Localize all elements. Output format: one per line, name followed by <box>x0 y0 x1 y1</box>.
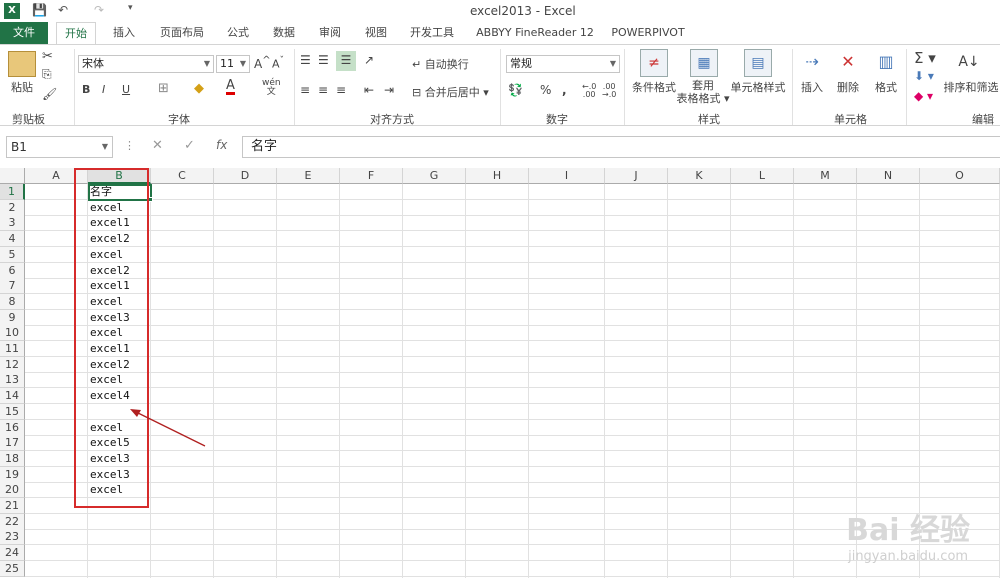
fill-icon[interactable]: ⬇ ▾ <box>914 69 934 83</box>
divider <box>906 49 907 125</box>
accounting-format-icon[interactable]: 💱 <box>508 83 523 97</box>
tab-review[interactable]: 审阅 <box>310 22 350 44</box>
copy-icon[interactable]: ⎘ <box>42 67 52 82</box>
divider <box>74 49 75 125</box>
insert-cells-button[interactable]: 插入 <box>798 79 826 95</box>
cut-icon[interactable]: ✂ <box>42 49 53 64</box>
align-middle-icon[interactable]: ☰ <box>318 53 329 67</box>
ribbon-tabs: 文件 开始 插入 页面布局 公式 数据 审阅 视图 开发工具 ABBYY Fin… <box>0 22 1000 44</box>
formula-input[interactable]: 名字 <box>242 136 1000 158</box>
shrink-font-icon[interactable]: Aˇ <box>272 55 284 71</box>
cancel-icon[interactable]: ✕ <box>152 138 163 153</box>
tab-home[interactable]: 开始 <box>56 22 96 44</box>
cells-group-label: 单元格 <box>834 113 867 126</box>
fill-color-icon[interactable]: ◆ <box>194 81 204 96</box>
paste-icon[interactable] <box>8 51 36 77</box>
italic-button[interactable]: I <box>102 83 105 96</box>
orientation-icon[interactable]: ↗ <box>364 53 374 67</box>
ribbon: 粘贴 ✂ ⎘ 🖌 剪贴板 宋体 ▼ 11 ▼ A^ Aˇ B I U ⊞ ◆ A w… <box>0 44 1000 126</box>
delete-cells-button[interactable]: 删除 <box>834 79 862 95</box>
underline-button[interactable]: U <box>122 83 130 96</box>
format-as-table-button[interactable]: 套用 表格格式 ▾ <box>674 79 732 105</box>
editing-group-label: 编辑 <box>972 113 994 126</box>
tab-page-layout[interactable]: 页面布局 <box>154 22 210 44</box>
increase-decimal-icon[interactable]: ←.0.00 <box>582 83 596 99</box>
sort-filter-button[interactable]: 排序和筛选 <box>942 79 1000 95</box>
formula-bar: B1 ▼ ⋮ ✕ ✓ fx 名字 <box>0 133 1000 161</box>
customize-qat-icon[interactable]: ▾ <box>128 3 133 13</box>
comma-style-button[interactable]: , <box>562 83 567 97</box>
autosum-icon[interactable]: Σ ▾ <box>914 49 936 67</box>
wrap-text-button[interactable]: ↵ 自动换行 <box>412 56 469 72</box>
cell-styles-button[interactable]: 单元格样式 <box>728 79 788 95</box>
insert-function-icon[interactable]: fx <box>216 138 227 152</box>
increase-indent-icon[interactable]: ⇥ <box>384 83 394 97</box>
percent-button[interactable]: % <box>540 83 551 97</box>
tab-file[interactable]: 文件 <box>0 22 48 44</box>
tab-powerpivot[interactable]: POWERPIVOT <box>606 22 690 44</box>
number-group-label: 数字 <box>546 113 568 126</box>
borders-icon[interactable]: ⊞ <box>158 81 169 96</box>
align-top-icon[interactable]: ☰ <box>300 53 311 67</box>
clipboard-group-label: 剪贴板 <box>12 113 45 126</box>
redo-icon[interactable]: ↷ <box>94 3 104 17</box>
conditional-formatting-icon[interactable]: ≠ <box>640 49 668 77</box>
decrease-indent-icon[interactable]: ⇤ <box>364 83 374 97</box>
tab-abbyy[interactable]: ABBYY FineReader 12 <box>470 22 600 44</box>
font-group-label: 字体 <box>168 113 190 126</box>
delete-cells-icon[interactable]: ✕ <box>836 49 860 77</box>
grow-font-icon[interactable]: A^ <box>254 55 271 71</box>
styles-group-label: 样式 <box>698 113 720 126</box>
divider <box>624 49 625 125</box>
tab-formulas[interactable]: 公式 <box>218 22 258 44</box>
align-center-icon[interactable]: ≡ <box>318 83 328 97</box>
divider <box>500 49 501 125</box>
phonetic-icon[interactable]: wén 文 <box>262 79 281 97</box>
sort-filter-icon[interactable]: A↓ <box>954 49 984 77</box>
insert-cells-icon[interactable]: ⇢ <box>800 49 824 77</box>
name-box[interactable]: B1 ▼ <box>6 136 113 158</box>
arrow-line <box>135 411 206 447</box>
save-icon[interactable]: 💾 <box>32 3 47 17</box>
clear-icon[interactable]: ◆ ▾ <box>914 89 933 103</box>
title-bar: X 💾 ↶ ↷ ▾ excel2013 - Excel <box>0 0 1000 22</box>
more-icon: ⋮ <box>124 139 135 152</box>
number-format-select[interactable]: 常规 ▼ <box>506 55 620 73</box>
align-right-icon[interactable]: ≡ <box>336 83 346 97</box>
align-bottom-icon[interactable]: ☰ <box>336 51 356 71</box>
format-painter-icon[interactable]: 🖌 <box>42 87 57 101</box>
tab-developer[interactable]: 开发工具 <box>404 22 460 44</box>
tab-data[interactable]: 数据 <box>264 22 304 44</box>
enter-icon[interactable]: ✓ <box>184 138 195 153</box>
window-title: excel2013 - Excel <box>470 4 576 18</box>
merge-center-button[interactable]: ⊟ 合并后居中 ▾ <box>412 84 489 100</box>
align-left-icon[interactable]: ≡ <box>300 83 310 97</box>
tab-view[interactable]: 视图 <box>356 22 396 44</box>
excel-logo-icon: X <box>4 3 20 19</box>
bold-button[interactable]: B <box>82 83 90 96</box>
font-color-icon[interactable]: A <box>226 79 235 95</box>
alignment-group-label: 对齐方式 <box>370 113 414 126</box>
font-name-select[interactable]: 宋体 ▼ <box>78 55 214 73</box>
undo-icon[interactable]: ↶ <box>58 3 68 17</box>
conditional-formatting-button[interactable]: 条件格式 <box>628 79 680 95</box>
decrease-decimal-icon[interactable]: .00 →.0 <box>602 83 616 99</box>
watermark: Bai 经验 jingyan.baidu.com <box>846 513 970 564</box>
format-cells-icon[interactable]: ▥ <box>874 49 898 77</box>
format-cells-button[interactable]: 格式 <box>872 79 900 95</box>
divider <box>294 49 295 125</box>
font-size-select[interactable]: 11 ▼ <box>216 55 250 73</box>
format-as-table-icon[interactable]: ▦ <box>690 49 718 77</box>
divider <box>792 49 793 125</box>
tab-insert[interactable]: 插入 <box>104 22 144 44</box>
paste-button[interactable]: 粘贴 <box>6 79 38 95</box>
cell-styles-icon[interactable]: ▤ <box>744 49 772 77</box>
